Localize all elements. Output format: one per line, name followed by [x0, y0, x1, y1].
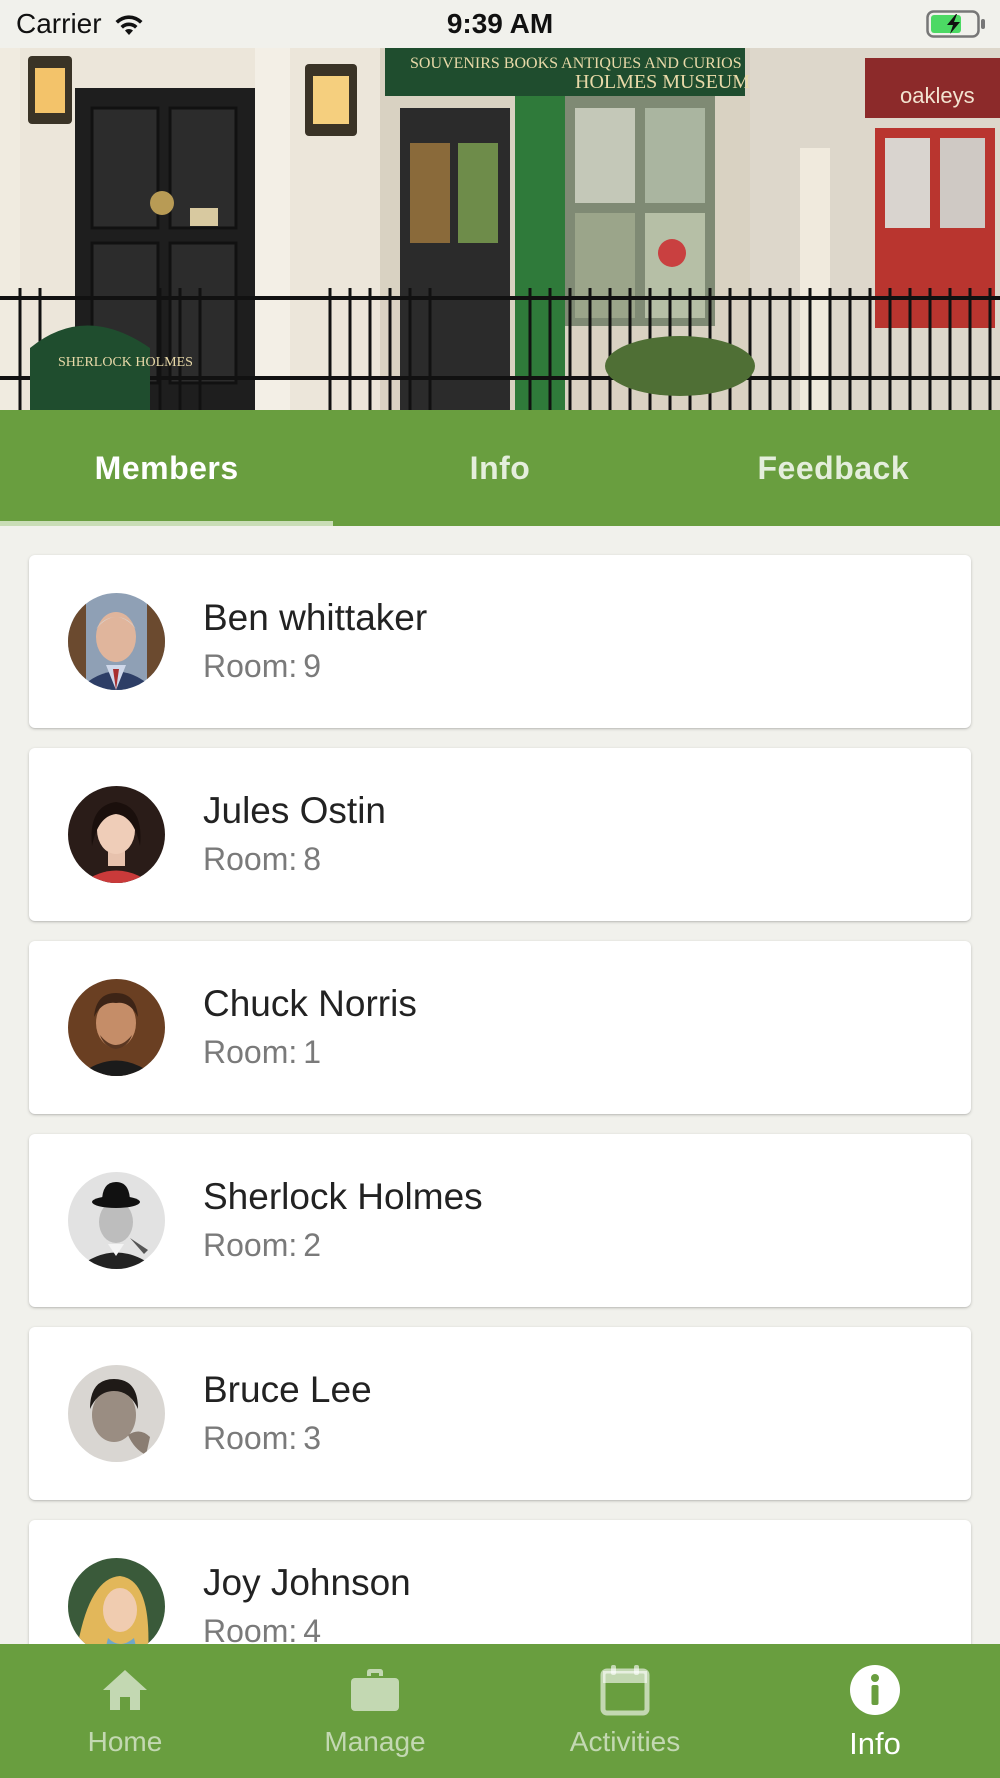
list-item[interactable]: Jules Ostin Room: 8 — [29, 748, 971, 921]
calendar-icon — [599, 1664, 651, 1716]
member-room: Room: 9 — [203, 648, 321, 685]
avatar — [68, 1558, 165, 1644]
member-room: Room: 3 — [203, 1420, 321, 1457]
nav-activities[interactable]: Activities — [500, 1644, 750, 1778]
room-label: Room: — [203, 1034, 298, 1070]
avatar — [68, 1172, 165, 1269]
room-number: 2 — [303, 1227, 322, 1263]
member-name: Ben whittaker — [203, 597, 428, 638]
tab-members-label: Members — [94, 449, 239, 486]
hero-sign-board: SHERLOCK HOLMES — [58, 355, 193, 370]
room-label: Room: — [203, 841, 298, 877]
avatar — [68, 786, 165, 883]
status-bar: Carrier 9:39 AM — [0, 0, 1000, 48]
member-room: Room: 4 — [203, 1613, 321, 1644]
list-item[interactable]: Ben whittaker Room: 9 — [29, 555, 971, 728]
room-number: 9 — [303, 648, 322, 684]
room-label: Room: — [203, 648, 298, 684]
briefcase-icon — [349, 1664, 401, 1716]
app-screen: Carrier 9:39 AM SOUVENIRS BOOKS ANTIQUES… — [0, 0, 1000, 1778]
status-time: 9:39 AM — [446, 8, 554, 39]
member-room: Room: 2 — [203, 1227, 321, 1264]
room-number: 1 — [303, 1034, 322, 1070]
avatar — [68, 1365, 165, 1462]
tab-info[interactable]: Info — [333, 410, 666, 526]
hero-sign-shop: oakleys — [900, 83, 975, 108]
list-item[interactable]: Bruce Lee Room: 3 — [29, 1327, 971, 1500]
tab-feedback-label: Feedback — [757, 449, 910, 486]
nav-info-label: Info — [849, 1726, 901, 1761]
member-name: Sherlock Holmes — [203, 1176, 483, 1217]
tab-info-label: Info — [469, 449, 531, 486]
bottom-nav: Home Manage Activities Info — [0, 1644, 1000, 1778]
room-label: Room: — [203, 1613, 298, 1644]
member-room: Room: 8 — [203, 841, 321, 878]
room-number: 3 — [303, 1420, 322, 1456]
nav-manage-label: Manage — [324, 1726, 426, 1757]
info-icon — [849, 1664, 901, 1716]
member-name: Joy Johnson — [203, 1562, 411, 1603]
battery-icon — [926, 10, 986, 43]
member-name: Chuck Norris — [203, 983, 417, 1024]
avatar — [68, 593, 165, 690]
nav-home[interactable]: Home — [0, 1644, 250, 1778]
avatar — [68, 979, 165, 1076]
list-item[interactable]: Chuck Norris Room: 1 — [29, 941, 971, 1114]
room-label: Room: — [203, 1420, 298, 1456]
nav-activities-label: Activities — [569, 1726, 681, 1757]
nav-home-label: Home — [87, 1726, 163, 1757]
member-name: Jules Ostin — [203, 790, 387, 831]
top-tabs: Members Info Feedback — [0, 410, 1000, 526]
room-label: Room: — [203, 1227, 298, 1263]
tab-members[interactable]: Members — [0, 410, 334, 526]
list-item[interactable]: Joy Johnson Room: 4 — [29, 1520, 971, 1644]
room-number: 4 — [303, 1613, 322, 1644]
member-room: Room: 1 — [203, 1034, 321, 1071]
hero-image: SOUVENIRS BOOKS ANTIQUES AND CURIOS HOLM… — [0, 48, 1000, 410]
tab-feedback[interactable]: Feedback — [667, 410, 1000, 526]
nav-manage[interactable]: Manage — [250, 1644, 500, 1778]
nav-info[interactable]: Info — [750, 1644, 1000, 1778]
room-number: 8 — [303, 841, 322, 877]
hero-sign-museum: HOLMES MUSEUM — [575, 71, 750, 93]
list-item[interactable]: Sherlock Holmes Room: 2 — [29, 1134, 971, 1307]
hero-sign-goods: SOUVENIRS BOOKS ANTIQUES AND CURIOS — [410, 55, 742, 72]
member-name: Bruce Lee — [203, 1369, 372, 1410]
members-list[interactable]: Ben whittaker Room: 9 Jules Ostin Room: 8 — [0, 526, 1000, 1644]
home-icon — [99, 1664, 151, 1716]
